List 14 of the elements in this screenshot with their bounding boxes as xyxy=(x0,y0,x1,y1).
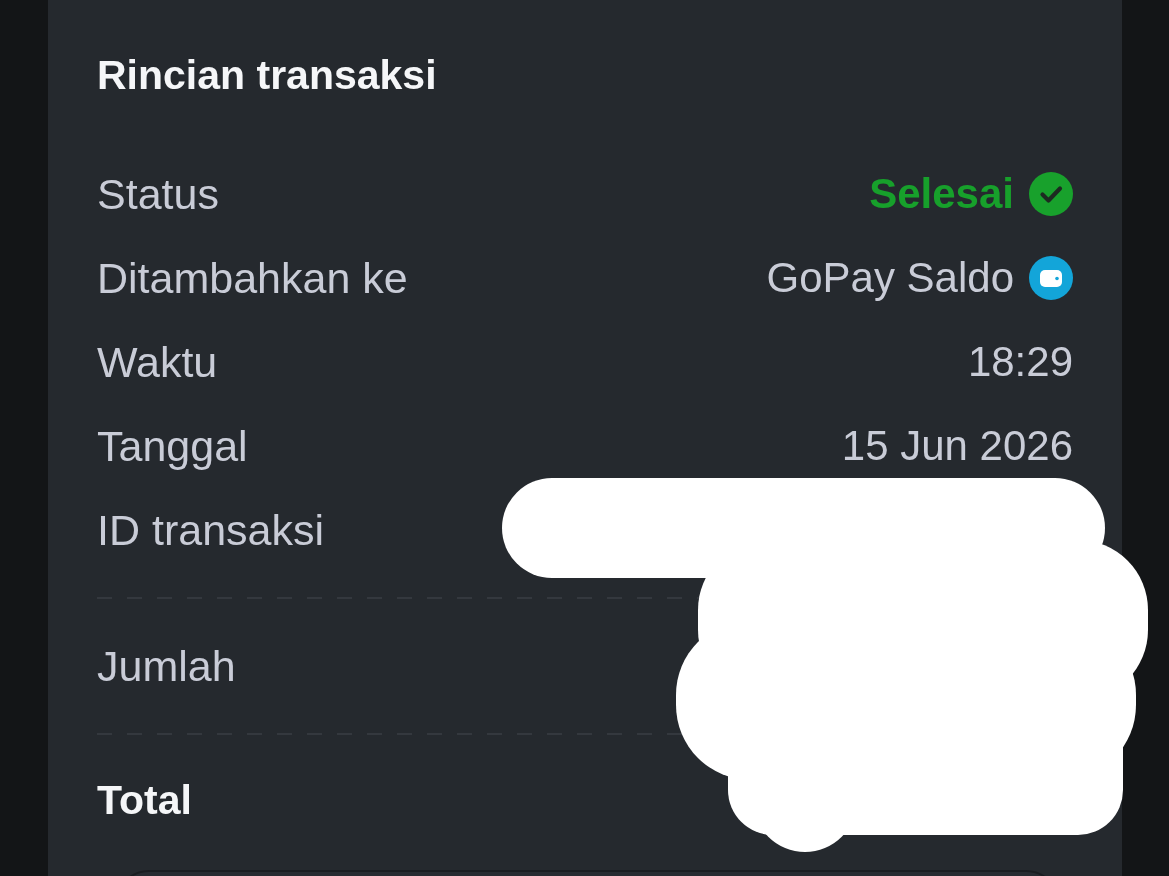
detail-label: Ditambahkan ke xyxy=(97,253,408,303)
detail-value: 18:29 xyxy=(967,337,1073,387)
detail-label: Waktu xyxy=(97,337,218,387)
detail-label: Status xyxy=(97,169,219,219)
detail-value: 15 Jun 2026 xyxy=(841,421,1073,471)
check-circle-icon xyxy=(1029,172,1073,216)
detail-value: GoPay Saldo xyxy=(766,253,1014,303)
status-value: Selesai xyxy=(869,169,1014,219)
section-title: Rincian transaksi xyxy=(97,53,437,97)
detail-label: ID transaksi xyxy=(97,505,324,555)
wallet-icon xyxy=(1029,256,1073,300)
detail-label: Tanggal xyxy=(97,421,248,471)
detail-label: Jumlah xyxy=(97,641,236,691)
total-label: Total xyxy=(97,776,192,825)
